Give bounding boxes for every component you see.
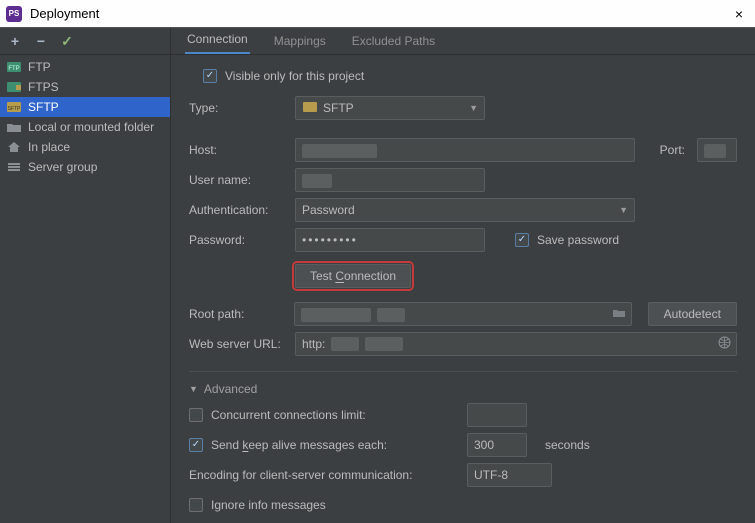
- test-connection-button[interactable]: Test Connection: [295, 264, 411, 288]
- tabs: Connection Mappings Excluded Paths: [171, 28, 755, 55]
- window-title: Deployment: [30, 6, 729, 21]
- auth-value: Password: [302, 203, 355, 217]
- sftp-icon: [302, 101, 318, 116]
- server-group-icon: [6, 160, 22, 174]
- root-path-label: Root path:: [189, 307, 286, 321]
- username-input[interactable]: [295, 168, 485, 192]
- sidebar-item-label: FTP: [28, 60, 51, 74]
- tab-connection[interactable]: Connection: [185, 32, 250, 54]
- home-icon: [6, 140, 22, 154]
- port-input[interactable]: [697, 138, 737, 162]
- type-select[interactable]: SFTP ▼: [295, 96, 485, 120]
- folder-icon: [6, 120, 22, 134]
- web-url-prefix: http:: [302, 337, 325, 351]
- autodetect-label: Autodetect: [664, 307, 721, 321]
- autodetect-button[interactable]: Autodetect: [648, 302, 738, 326]
- auth-label: Authentication:: [189, 203, 287, 217]
- encoding-value: UTF-8: [474, 468, 508, 482]
- web-url-label: Web server URL:: [189, 337, 287, 351]
- visible-only-label: Visible only for this project: [225, 69, 364, 83]
- port-label: Port:: [660, 143, 685, 157]
- keepalive-input[interactable]: 300: [467, 433, 527, 457]
- apply-button[interactable]: ✓: [59, 33, 75, 49]
- ftps-icon: [6, 80, 22, 94]
- ignore-info-label: Ignore info messages: [211, 498, 326, 512]
- concurrent-input[interactable]: [467, 403, 527, 427]
- sidebar-item-ftps[interactable]: FTPS: [0, 77, 170, 97]
- chevron-down-icon: ▼: [469, 103, 478, 113]
- sidebar: + − ✓ FTP FTP FTPS SFTP SFTP: [0, 28, 171, 523]
- save-password-checkbox[interactable]: [515, 233, 529, 247]
- folder-icon[interactable]: [612, 307, 626, 321]
- password-label: Password:: [189, 233, 287, 247]
- encoding-label: Encoding for client-server communication…: [189, 468, 459, 482]
- sidebar-item-label: FTPS: [28, 80, 59, 94]
- auth-select[interactable]: Password ▼: [295, 198, 635, 222]
- password-value: •••••••••: [302, 233, 358, 247]
- remove-button[interactable]: −: [33, 33, 49, 49]
- tab-mappings[interactable]: Mappings: [272, 34, 328, 54]
- sidebar-item-label: In place: [28, 140, 70, 154]
- sidebar-item-label: SFTP: [28, 100, 59, 114]
- sftp-icon: SFTP: [6, 100, 22, 114]
- encoding-select[interactable]: UTF-8: [467, 463, 552, 487]
- web-url-input[interactable]: http:: [295, 332, 737, 356]
- visible-only-checkbox[interactable]: [203, 69, 217, 83]
- type-value: SFTP: [323, 101, 354, 115]
- chevron-down-icon: ▼: [189, 384, 198, 394]
- sidebar-item-local[interactable]: Local or mounted folder: [0, 117, 170, 137]
- keepalive-label: Send keep alive messages each:: [211, 438, 459, 452]
- sidebar-item-ftp[interactable]: FTP FTP: [0, 57, 170, 77]
- username-label: User name:: [189, 173, 287, 187]
- chevron-down-icon: ▼: [619, 205, 628, 215]
- ftp-icon: FTP: [6, 60, 22, 74]
- sidebar-item-label: Server group: [28, 160, 97, 174]
- sidebar-item-sftp[interactable]: SFTP SFTP: [0, 97, 170, 117]
- svg-text:FTP: FTP: [8, 66, 19, 72]
- sidebar-item-inplace[interactable]: In place: [0, 137, 170, 157]
- ignore-info-checkbox[interactable]: [189, 498, 203, 512]
- concurrent-label: Concurrent connections limit:: [211, 408, 459, 422]
- root-path-input[interactable]: [294, 302, 631, 326]
- close-icon[interactable]: ×: [729, 4, 749, 24]
- keepalive-checkbox[interactable]: [189, 438, 203, 452]
- sidebar-item-server-group[interactable]: Server group: [0, 157, 170, 177]
- save-password-label: Save password: [537, 233, 619, 247]
- keepalive-value: 300: [474, 438, 494, 452]
- globe-icon[interactable]: [718, 336, 731, 352]
- advanced-label: Advanced: [204, 382, 257, 396]
- password-input[interactable]: •••••••••: [295, 228, 485, 252]
- concurrent-checkbox[interactable]: [189, 408, 203, 422]
- host-input[interactable]: [295, 138, 635, 162]
- sidebar-item-label: Local or mounted folder: [28, 120, 154, 134]
- advanced-header[interactable]: ▼ Advanced: [189, 378, 737, 400]
- svg-text:SFTP: SFTP: [8, 106, 21, 112]
- tab-excluded[interactable]: Excluded Paths: [350, 34, 437, 54]
- add-button[interactable]: +: [7, 33, 23, 49]
- app-logo: PS: [6, 6, 22, 22]
- keepalive-unit: seconds: [545, 438, 590, 452]
- type-label: Type:: [189, 101, 287, 115]
- host-label: Host:: [189, 143, 287, 157]
